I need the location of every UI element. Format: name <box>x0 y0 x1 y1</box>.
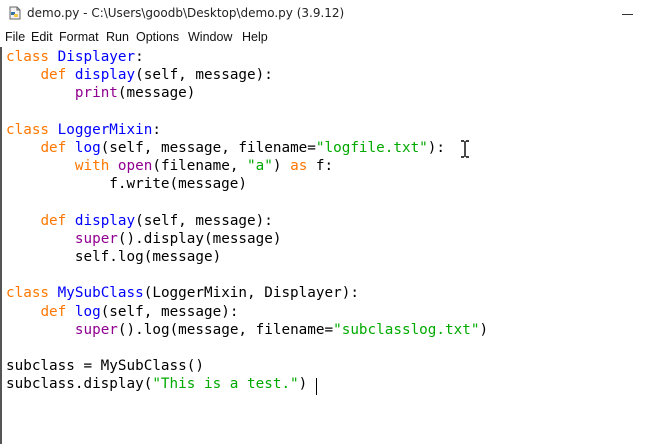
code-token: def <box>40 303 67 320</box>
window-title: demo.py - C:\Users\goodb\Desktop\demo.py… <box>27 6 345 20</box>
menu-edit[interactable]: Edit <box>31 30 53 44</box>
menu-options[interactable]: Options <box>136 30 179 44</box>
editor-border <box>0 47 2 444</box>
code-line[interactable]: def display(self, message): <box>6 66 488 84</box>
code-line[interactable]: with open(filename, "a") as f: <box>6 157 488 175</box>
code-line[interactable]: class LoggerMixin: <box>6 121 488 139</box>
code-token: (LoggerMixin, Displayer): <box>143 285 359 302</box>
code-token: subclass.display( <box>6 376 153 393</box>
code-line[interactable]: class MySubClass(LoggerMixin, Displayer)… <box>6 284 488 302</box>
code-token: (self, message): <box>100 303 239 320</box>
code-token: print <box>74 85 118 102</box>
code-token: class <box>6 121 50 138</box>
text-caret <box>316 378 317 395</box>
code-token: ().display(message) <box>117 230 282 247</box>
code-line[interactable]: super().log(message, filename="subclassl… <box>6 321 488 339</box>
code-token: ): <box>427 139 446 156</box>
menu-format[interactable]: Format <box>59 30 99 44</box>
code-token: class <box>6 285 50 302</box>
code-token: MySubClass <box>57 285 144 302</box>
title-bar: demo.py - C:\Users\goodb\Desktop\demo.py… <box>0 0 670 28</box>
code-line[interactable]: f.write(message) <box>6 175 488 193</box>
code-line[interactable]: def log(self, message): <box>6 303 488 321</box>
code-token: "logfile.txt" <box>315 139 428 156</box>
code-token: class <box>6 49 50 65</box>
code-line[interactable]: subclass = MySubClass() <box>6 357 488 375</box>
python-file-icon <box>9 6 21 20</box>
ibeam-cursor-icon <box>461 140 469 158</box>
code-token: def <box>40 212 67 229</box>
code-token: ().log(message, filename= <box>117 321 334 338</box>
code-token: display <box>74 212 136 229</box>
code-token: open <box>117 158 153 175</box>
code-token: ) <box>298 376 308 393</box>
code-token: with <box>74 158 110 175</box>
code-token: (self, message, filename= <box>100 139 316 156</box>
code-line[interactable] <box>6 339 488 357</box>
code-token: (filename, <box>152 158 248 175</box>
code-token: f: <box>307 158 334 175</box>
code-token: "subclasslog.txt" <box>333 321 480 338</box>
code-token: def <box>40 67 67 84</box>
menu-window[interactable]: Window <box>188 30 232 44</box>
code-token: (self, message): <box>135 67 273 84</box>
code-text[interactable]: class Displayer: def display(self, messa… <box>6 48 488 394</box>
code-token: f.write(message) <box>6 176 248 193</box>
menu-run[interactable]: Run <box>106 30 129 44</box>
code-token: "This is a test." <box>152 376 299 393</box>
code-token: log <box>74 303 101 320</box>
menu-help[interactable]: Help <box>242 30 268 44</box>
code-token: subclass = MySubClass() <box>6 358 204 375</box>
code-token: "a" <box>247 158 273 175</box>
code-token: display <box>74 67 136 84</box>
code-token: as <box>290 158 308 175</box>
code-line[interactable] <box>6 194 488 212</box>
code-token: super <box>74 321 118 338</box>
code-line[interactable] <box>6 266 488 284</box>
code-token: log <box>74 139 101 156</box>
code-token: ) <box>272 158 291 175</box>
code-line[interactable]: subclass.display("This is a test.") <box>6 375 488 393</box>
code-line[interactable]: super().display(message) <box>6 230 488 248</box>
code-token: ) <box>479 321 489 338</box>
menu-bar: File Edit Format Run Options Window Help <box>0 28 670 47</box>
code-token: LoggerMixin <box>57 121 153 138</box>
code-line[interactable]: self.log(message) <box>6 248 488 266</box>
code-token: (message) <box>117 85 196 102</box>
code-token: self.log(message) <box>6 249 222 266</box>
code-token: (self, message): <box>135 212 273 229</box>
code-token: : <box>152 121 161 138</box>
code-line[interactable]: def display(self, message): <box>6 212 488 230</box>
code-token: def <box>40 139 67 156</box>
code-token: : <box>135 49 144 65</box>
code-token: Displayer <box>57 49 136 65</box>
code-token: super <box>74 230 118 247</box>
code-line[interactable]: def log(self, message, filename="logfile… <box>6 139 488 157</box>
code-line[interactable]: class Displayer: <box>6 48 488 66</box>
menu-file[interactable]: File <box>5 30 25 44</box>
code-line[interactable] <box>6 103 488 121</box>
minimize-icon[interactable] <box>622 8 634 20</box>
code-line[interactable]: print(message) <box>6 84 488 102</box>
